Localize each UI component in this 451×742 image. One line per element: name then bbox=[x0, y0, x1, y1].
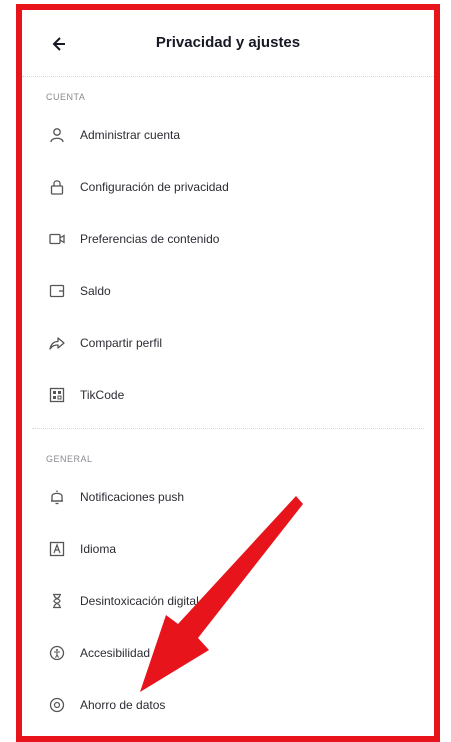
accessibility-icon bbox=[46, 642, 68, 664]
section-label-general: GENERAL bbox=[46, 454, 93, 464]
person-icon bbox=[46, 124, 68, 146]
page-title: Privacidad y ajustes bbox=[155, 34, 301, 51]
menu-item-preferencias-contenido[interactable]: Preferencias de contenido bbox=[22, 217, 434, 261]
menu-item-label: Ahorro de datos bbox=[80, 698, 166, 712]
menu-item-accesibilidad[interactable]: Accesibilidad bbox=[22, 631, 434, 675]
menu-item-compartir-perfil[interactable]: Compartir perfil bbox=[22, 321, 434, 365]
bell-icon bbox=[46, 486, 68, 508]
language-icon bbox=[46, 538, 68, 560]
menu-item-label: Administrar cuenta bbox=[80, 128, 181, 142]
lock-icon bbox=[46, 176, 68, 198]
menu-item-configuracion-privacidad[interactable]: Configuración de privacidad bbox=[22, 165, 434, 209]
menu-item-administrar-cuenta[interactable]: Administrar cuenta bbox=[22, 113, 434, 157]
menu-item-label: Saldo bbox=[80, 284, 111, 298]
menu-item-desintoxicacion-digital[interactable]: Desintoxicación digital bbox=[22, 579, 434, 623]
menu-item-label: Accesibilidad bbox=[80, 646, 151, 660]
wallet-icon bbox=[46, 280, 68, 302]
menu-item-label: Configuración de privacidad bbox=[80, 180, 229, 194]
section-divider bbox=[32, 428, 424, 429]
menu-item-label: Preferencias de contenido bbox=[80, 232, 220, 246]
menu-item-label: Idioma bbox=[80, 542, 117, 556]
section-label-cuenta: CUENTA bbox=[46, 92, 86, 102]
menu-item-label: TikCode bbox=[80, 388, 125, 402]
video-icon bbox=[46, 228, 68, 250]
share-icon bbox=[46, 332, 68, 354]
header: Privacidad y ajustes bbox=[22, 10, 434, 77]
menu-item-label: Compartir perfil bbox=[80, 336, 163, 350]
menu-item-label: Notificaciones push bbox=[80, 490, 185, 504]
menu-item-ahorro-datos[interactable]: Ahorro de datos bbox=[22, 683, 434, 727]
menu-item-tikcode[interactable]: TikCode bbox=[22, 373, 434, 417]
menu-item-notificaciones-push[interactable]: Notificaciones push bbox=[22, 475, 434, 519]
qr-code-icon bbox=[46, 384, 68, 406]
menu-item-saldo[interactable]: Saldo bbox=[22, 269, 434, 313]
screenshot-frame: Privacidad y ajustes CUENTA Administrar … bbox=[16, 4, 440, 742]
menu-item-idioma[interactable]: Idioma bbox=[22, 527, 434, 571]
hourglass-icon bbox=[46, 590, 68, 612]
data-saver-icon bbox=[46, 694, 68, 716]
menu-item-label: Desintoxicación digital bbox=[80, 594, 199, 608]
